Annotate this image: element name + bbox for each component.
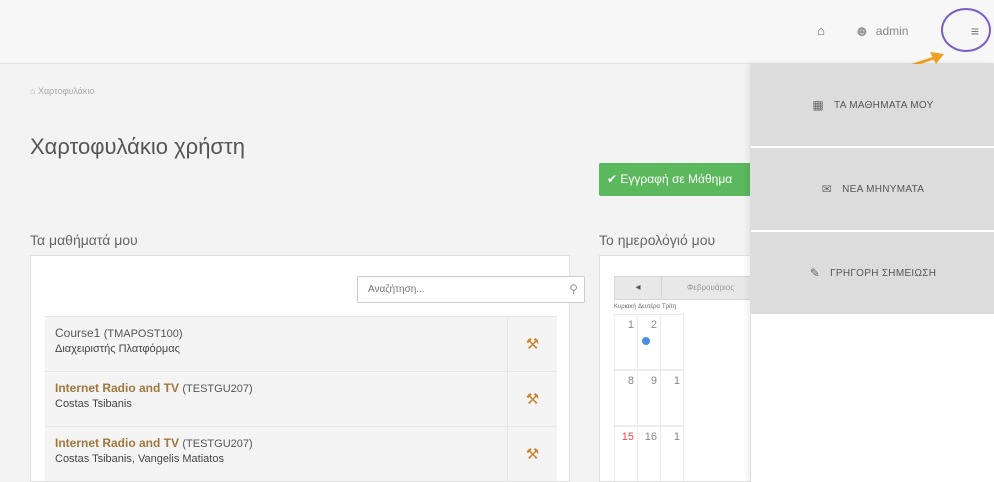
calendar-nav: ◂ Φεβρουάριος	[614, 276, 758, 300]
calendar-grid: 1 2 8 9 1 15 16 1	[614, 314, 684, 481]
menu-item-label: ΤΑ ΜΑΘΗΜΑΤΑ ΜΟΥ	[834, 99, 934, 111]
calendar-day[interactable]: 1	[660, 426, 684, 481]
calendar-day-headers: Κυριακή Δευτέρα Τρίτη	[614, 304, 686, 310]
envelope-icon: ✉	[821, 182, 833, 196]
calendar-day[interactable]: 9	[637, 370, 661, 426]
menu-item-quick-note[interactable]: ✎ ΓΡΗΓΟΡΗ ΣΗΜΕΙΩΣΗ	[751, 232, 994, 314]
course-professor: Costas Tsibanis	[55, 398, 132, 410]
calendar-day[interactable]: 1	[614, 314, 638, 370]
username-label: admin	[875, 24, 909, 38]
top-navbar: ⌂ ☻ admin ≡	[0, 0, 994, 64]
course-search[interactable]: ⚲	[357, 276, 585, 303]
breadcrumb-label: Χαρτοφυλάκιο	[37, 86, 95, 96]
course-professor: Costas Tsibanis, Vangelis Matiatos	[55, 453, 224, 465]
menu-item-label: ΝΕΑ ΜΗΝΥΜΑΤΑ	[842, 183, 925, 195]
course-info: Course1 (TMAPOST100) Διαχειριστής Πλατφό…	[45, 317, 507, 371]
calendar-heading: Το ημερολόγιό μου	[599, 232, 716, 248]
menu-item-new-messages[interactable]: ✉ ΝΕΑ ΜΗΝΥΜΑΤΑ	[751, 148, 994, 230]
pencil-icon: ✎	[809, 266, 821, 280]
courses-heading: Τα μαθήματά μου	[30, 232, 138, 248]
table-row: Internet Radio and TV (TESTGU207) Costas…	[45, 371, 557, 426]
day-header: Δευτέρα	[638, 304, 660, 310]
course-code: (TESTGU207)	[182, 438, 253, 450]
course-info: Internet Radio and TV (TESTGU207) Costas…	[45, 372, 507, 426]
menu-item-label: ΓΡΗΓΟΡΗ ΣΗΜΕΙΩΣΗ	[830, 267, 937, 279]
calendar-icon: ▦	[812, 98, 825, 112]
wrench-icon[interactable]: ⚒	[507, 317, 557, 371]
user-menu[interactable]: ☻ admin	[854, 20, 908, 42]
course-code: (TMAPOST100)	[103, 328, 183, 340]
user-dropdown-menu: ▦ ΤΑ ΜΑΘΗΜΑΤΑ ΜΟΥ ✉ ΝΕΑ ΜΗΝΥΜΑΤΑ ✎ ΓΡΗΓΟ…	[750, 64, 994, 482]
course-title-link[interactable]: Course1	[55, 326, 100, 340]
calendar-prev-button[interactable]: ◂	[614, 276, 662, 300]
course-info: Internet Radio and TV (TESTGU207) Costas…	[45, 427, 507, 481]
calendar-day[interactable]: 8	[614, 370, 638, 426]
annotation-circle	[941, 8, 991, 52]
home-icon[interactable]: ⌂	[812, 22, 830, 40]
search-input[interactable]	[368, 277, 548, 302]
calendar-month-label: Φεβρουάριος	[662, 276, 758, 300]
calendar-week: 1 2	[614, 314, 684, 370]
course-title-link[interactable]: Internet Radio and TV	[55, 436, 179, 450]
day-header: Κυριακή	[614, 304, 636, 310]
register-course-button[interactable]: ✔ Εγγραφή σε Μάθημα	[599, 163, 759, 196]
calendar-day[interactable]	[660, 314, 684, 370]
courses-panel: ⚲ Course1 (TMAPOST100) Διαχειριστής Πλατ…	[30, 255, 585, 482]
table-row: Course1 (TMAPOST100) Διαχειριστής Πλατφό…	[45, 316, 557, 371]
course-title-link[interactable]: Internet Radio and TV	[55, 381, 179, 395]
calendar-week: 8 9 1	[614, 370, 684, 426]
courses-table: Course1 (TMAPOST100) Διαχειριστής Πλατφό…	[45, 316, 557, 481]
user-icon: ☻	[854, 22, 870, 40]
calendar-day[interactable]: 15	[614, 426, 638, 481]
course-code: (TESTGU207)	[182, 383, 253, 395]
page-title: Χαρτοφυλάκιο χρήστη	[30, 134, 245, 159]
course-professor: Διαχειριστής Πλατφόρμας	[55, 343, 180, 355]
wrench-icon[interactable]: ⚒	[507, 372, 557, 426]
calendar-day[interactable]: 1	[660, 370, 684, 426]
calendar-week: 15 16 1	[614, 426, 684, 481]
home-icon: ⌂	[30, 86, 38, 96]
calendar-day-number: 2	[650, 319, 657, 331]
day-header: Τρίτη	[662, 304, 677, 310]
wrench-icon[interactable]: ⚒	[507, 427, 557, 481]
event-dot[interactable]	[642, 337, 650, 345]
calendar-day[interactable]: 16	[637, 426, 661, 481]
calendar-day[interactable]: 2	[637, 314, 661, 370]
breadcrumb[interactable]: ⌂ Χαρτοφυλάκιο	[30, 86, 94, 96]
search-icon[interactable]: ⚲	[569, 282, 578, 296]
table-row: Internet Radio and TV (TESTGU207) Costas…	[45, 426, 557, 481]
menu-item-my-courses[interactable]: ▦ ΤΑ ΜΑΘΗΜΑΤΑ ΜΟΥ	[751, 64, 994, 146]
calendar-panel: ◂ Φεβρουάριος Κυριακή Δευτέρα Τρίτη 1 2 …	[599, 255, 759, 482]
